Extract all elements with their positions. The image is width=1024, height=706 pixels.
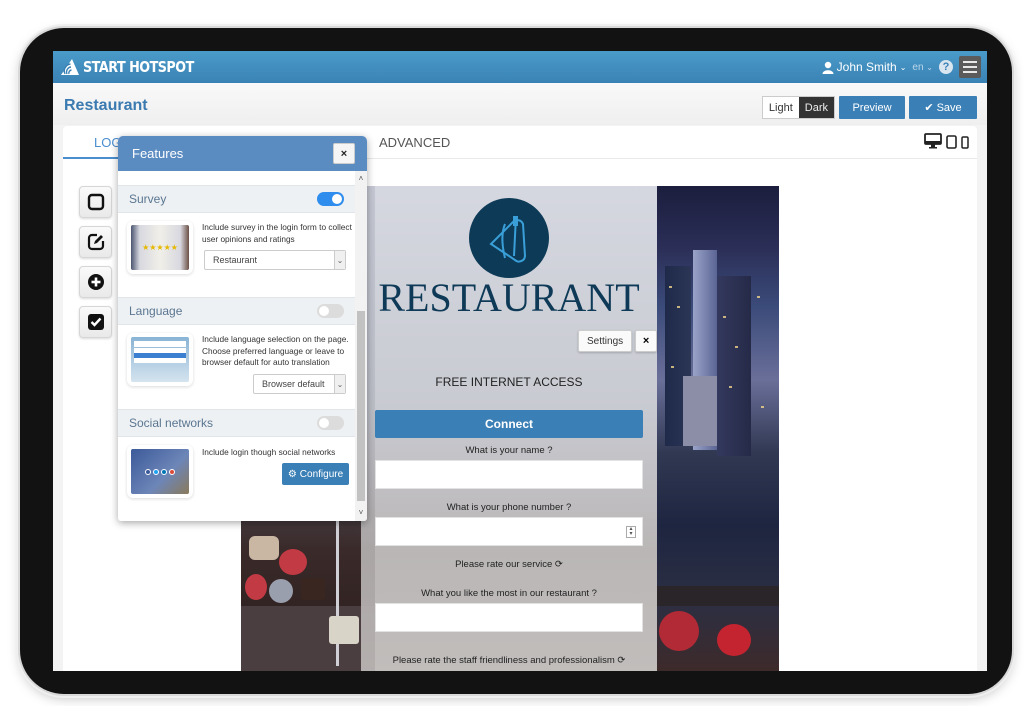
- scroll-down-icon[interactable]: ˅: [355, 507, 367, 519]
- add-block-button[interactable]: [79, 186, 112, 218]
- background-image-right: [657, 186, 779, 671]
- feature-description: Include language selection on the page. …: [202, 334, 349, 367]
- add-button[interactable]: [79, 266, 112, 298]
- top-navbar: START HOTSPOT John Smith ⌄ en ⌄ ?: [53, 51, 987, 83]
- check-icon: ✔: [924, 102, 934, 114]
- connect-button[interactable]: Connect: [375, 410, 643, 438]
- features-button[interactable]: [79, 306, 112, 338]
- question-label: What is your name ?: [465, 445, 553, 456]
- select-value: Browser default: [262, 379, 325, 389]
- social-thumbnail: [127, 445, 193, 498]
- feature-description: Include survey in the login form to coll…: [202, 222, 352, 244]
- chevron-down-icon: ⌄: [899, 62, 907, 72]
- question-label: What is your phone number ?: [446, 502, 572, 513]
- language-thumbnail: [127, 333, 193, 386]
- help-icon[interactable]: ?: [939, 60, 953, 74]
- rating-label: Please rate the staff friendliness and p…: [361, 655, 657, 666]
- headline: FREE INTERNET ACCESS: [435, 375, 583, 389]
- edit-icon: [87, 233, 104, 251]
- title-bar: Restaurant Light Dark Preview ✔ Save: [53, 83, 987, 125]
- rating-label-text: Please rate the staff friendliness and p…: [392, 655, 615, 666]
- brand[interactable]: START HOTSPOT: [59, 57, 213, 77]
- name-input[interactable]: [375, 460, 643, 489]
- feature-social-header: Social networks: [118, 409, 355, 437]
- language-select[interactable]: Browser default ⌄: [253, 374, 346, 394]
- number-spinner[interactable]: ▴ ▾: [626, 526, 636, 538]
- chevron-down-icon: ⌄: [334, 375, 345, 393]
- feature-language-header: Language: [118, 297, 355, 325]
- language-code: en: [912, 61, 924, 73]
- question-label: What you like the most in our restaurant…: [421, 588, 597, 599]
- survey-template-select[interactable]: Restaurant ⌄: [204, 250, 346, 270]
- login-form-card: RESTAURANT Settings × FREE INTERNET ACCE…: [361, 186, 658, 671]
- theme-dark-button[interactable]: Dark: [798, 97, 834, 118]
- configure-button[interactable]: ⚙ Configure: [282, 463, 349, 485]
- feature-survey-header: Survey: [118, 185, 355, 213]
- tab-advanced[interactable]: ADVANCED: [379, 135, 450, 150]
- scroll-up-icon[interactable]: ˄: [355, 173, 367, 185]
- theme-toggle: Light Dark: [761, 96, 835, 119]
- settings-button[interactable]: Settings: [578, 330, 633, 352]
- refresh-icon[interactable]: ⟳: [617, 655, 625, 666]
- page-title: Restaurant: [64, 97, 148, 114]
- edit-button[interactable]: [79, 226, 112, 258]
- feature-title: Survey: [129, 192, 167, 206]
- close-features-button[interactable]: ×: [333, 143, 355, 164]
- rating-label-text: Please rate our service: [455, 559, 553, 570]
- scroll-thumb[interactable]: [357, 311, 365, 501]
- restaurant-logo-icon: [469, 198, 549, 278]
- plus-circle-icon: [87, 274, 104, 290]
- phone-input[interactable]: ▴ ▾: [375, 517, 643, 546]
- features-dialog: Features × Survey ★★★★★ Include survey i…: [118, 136, 367, 521]
- user-name: John Smith: [836, 60, 897, 74]
- user-icon: [822, 61, 834, 74]
- select-value: Restaurant: [213, 255, 258, 265]
- preview-button[interactable]: Preview: [839, 96, 905, 119]
- app-screen: START HOTSPOT John Smith ⌄ en ⌄ ? Restau…: [53, 51, 987, 671]
- wifi-logo-icon: [61, 59, 79, 75]
- chevron-down-icon: ⌄: [926, 62, 933, 72]
- checkbox-icon: [87, 314, 104, 330]
- refresh-icon[interactable]: ⟳: [555, 559, 563, 570]
- configure-label: Configure: [299, 468, 344, 480]
- mobile-icon[interactable]: [961, 136, 969, 149]
- survey-toggle[interactable]: [317, 192, 344, 206]
- user-menu[interactable]: John Smith ⌄: [822, 60, 907, 74]
- tool-buttons: [79, 186, 112, 338]
- features-list: Survey ★★★★★ Include survey in the login…: [118, 171, 355, 521]
- close-settings-button[interactable]: ×: [635, 330, 658, 352]
- features-dialog-header: Features ×: [118, 136, 367, 171]
- chevron-down-icon: ⌄: [334, 251, 345, 269]
- likes-input[interactable]: [375, 603, 643, 632]
- survey-thumbnail: ★★★★★: [127, 221, 193, 274]
- square-icon: [87, 193, 104, 211]
- language-menu[interactable]: en ⌄: [912, 62, 933, 73]
- desktop-icon[interactable]: [924, 133, 942, 149]
- brand-name: START HOTSPOT: [83, 58, 194, 76]
- save-label: Save: [936, 101, 962, 114]
- hamburger-menu-button[interactable]: [959, 56, 981, 78]
- feature-description: Include login though social networks: [202, 447, 336, 457]
- feature-title: Social networks: [129, 416, 214, 430]
- gear-icon: ⚙: [287, 468, 297, 480]
- social-toggle[interactable]: [317, 416, 344, 430]
- feature-title: Language: [129, 304, 183, 318]
- language-toggle[interactable]: [317, 304, 344, 318]
- rating-label: Please rate our service ⟳: [361, 559, 657, 570]
- features-scrollbar[interactable]: ˄ ˅: [355, 171, 367, 521]
- theme-light-button[interactable]: Light: [762, 97, 799, 118]
- features-title: Features: [132, 146, 184, 161]
- save-button[interactable]: ✔ Save: [909, 96, 977, 119]
- tablet-icon[interactable]: [946, 135, 957, 149]
- restaurant-wordmark: RESTAURANT: [378, 275, 640, 320]
